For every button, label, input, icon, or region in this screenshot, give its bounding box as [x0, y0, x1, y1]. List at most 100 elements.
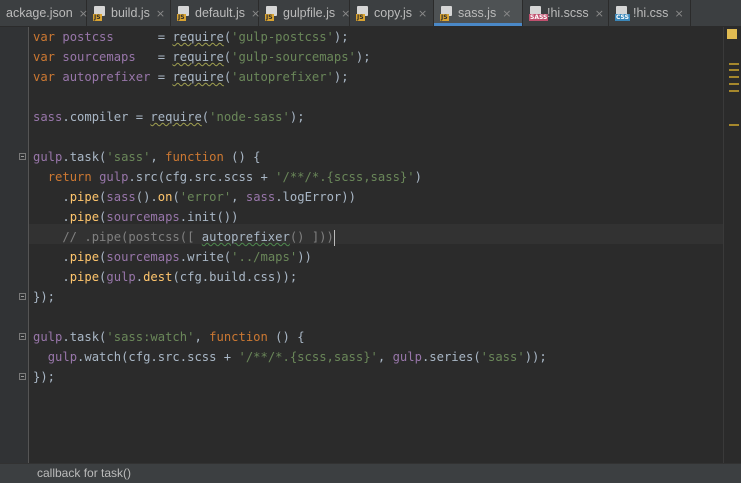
code-token: (cfg.build.css)); [172, 270, 298, 284]
code-token: // .pipe(postcss([ [33, 230, 202, 244]
code-token: (). [135, 190, 158, 204]
editor-tab[interactable]: JS gulpfile.js × [259, 0, 350, 26]
code-line[interactable]: var autoprefixer = require('autoprefixer… [33, 67, 547, 87]
editor-tab[interactable]: SASS !hi.scss × [523, 0, 609, 26]
tab-label: !hi.css [633, 6, 669, 20]
code-token: sass [33, 110, 63, 124]
code-line[interactable] [33, 87, 547, 107]
code-token: autoprefixer [62, 70, 151, 84]
code-editor[interactable]: var postcss = require('gulp-postcss'); va… [29, 27, 723, 463]
code-line[interactable]: }); [33, 287, 547, 307]
editor-tab[interactable]: ackage.json × [0, 0, 88, 26]
code-token: ); [289, 110, 305, 124]
editor-tab[interactable]: JS default.js × [171, 0, 260, 26]
close-tab-icon[interactable]: × [156, 7, 165, 20]
code-token: ); [333, 30, 349, 44]
editor-tab[interactable]: JS copy.js × [350, 0, 434, 26]
line-gutter[interactable] [0, 27, 29, 463]
code-token: = [113, 30, 173, 44]
code-token: , [231, 190, 246, 204]
code-token: .logError)) [275, 190, 356, 204]
code-line[interactable] [33, 307, 547, 327]
code-token: .series( [421, 350, 481, 364]
warning-marker[interactable] [729, 124, 739, 126]
code-token: . [33, 270, 70, 284]
code-token: ( [172, 190, 180, 204]
code-line[interactable]: gulp.task('sass', function () { [33, 147, 547, 167]
code-line[interactable]: .pipe(gulp.dest(cfg.build.css)); [33, 267, 547, 287]
close-tab-icon[interactable]: × [674, 7, 683, 20]
code-token: function [165, 150, 224, 164]
code-token: 'sass' [480, 350, 525, 364]
code-token: gulp [47, 350, 78, 364]
code-token: 'sass' [106, 150, 151, 164]
code-line[interactable]: var sourcemaps = require('gulp-sourcemap… [33, 47, 547, 67]
code-token: . [135, 270, 144, 284]
code-token: 'node-sass' [209, 110, 290, 124]
status-text: callback for task() [37, 466, 132, 480]
warning-marker[interactable] [729, 76, 739, 78]
code-line[interactable]: .pipe(sass().on('error', sass.logError)) [33, 187, 547, 207]
code-token: return [47, 170, 92, 184]
close-tab-icon[interactable]: × [502, 7, 511, 20]
tab-label: !hi.scss [547, 6, 589, 20]
code-line[interactable]: .pipe(sourcemaps.write('../maps')) [33, 247, 547, 267]
code-line[interactable]: gulp.task('sass:watch', function () { [33, 327, 547, 347]
tab-label: sass.js [458, 6, 497, 20]
code-line[interactable]: sass.compiler = require('node-sass'); [33, 107, 547, 127]
code-token: 'gulp-sourcemaps' [231, 50, 356, 64]
fold-marker-icon[interactable] [19, 333, 26, 340]
sass-file-icon: SASS [529, 5, 549, 21]
code-token: () { [267, 330, 305, 344]
fold-marker-icon[interactable] [19, 293, 26, 300]
tab-label: ackage.json [6, 6, 73, 20]
code-token: task( [69, 150, 107, 164]
code-token: 'autoprefixer' [231, 70, 334, 84]
code-token: require [172, 30, 224, 44]
warning-marker[interactable] [729, 83, 739, 85]
code-token: ) [414, 170, 422, 184]
fold-marker-icon[interactable] [19, 153, 26, 160]
warning-marker[interactable] [729, 63, 739, 65]
code-line[interactable]: gulp.watch(cfg.src.scss + '/**/*.{scss,s… [33, 347, 547, 367]
warning-marker[interactable] [729, 90, 739, 92]
code-token: '../maps' [231, 250, 298, 264]
status-bar: callback for task() [0, 463, 741, 483]
code-token: = [150, 70, 173, 84]
code-token: ); [333, 70, 349, 84]
error-stripe[interactable] [723, 27, 741, 463]
editor-tab[interactable]: JS build.js × [87, 0, 171, 26]
close-tab-icon[interactable]: × [595, 7, 604, 20]
code-token: )); [524, 350, 547, 364]
close-tab-icon[interactable]: × [341, 7, 350, 20]
code-token: . [33, 250, 70, 264]
close-tab-icon[interactable]: × [418, 7, 427, 20]
js-file-icon: JS [265, 5, 278, 21]
code-token: )) [297, 250, 312, 264]
code-token: compiler = [69, 110, 151, 124]
code-token: sass [245, 190, 276, 204]
tab-label: default.js [195, 6, 246, 20]
editor-tab[interactable]: JS sass.js × [434, 0, 523, 26]
editor-tab[interactable]: CSS !hi.css × [609, 0, 691, 26]
code-token: '/**/*.{scss,sass}' [238, 350, 378, 364]
code-line[interactable]: var postcss = require('gulp-postcss'); [33, 27, 547, 47]
js-file-icon: JS [356, 5, 369, 21]
code-line[interactable]: }); [33, 367, 547, 387]
code-line[interactable]: // .pipe(postcss([ autoprefixer() ])) [33, 227, 547, 247]
warning-indicator-icon[interactable] [727, 29, 737, 39]
code-token: gulp [33, 150, 63, 164]
js-file-icon: JS [177, 5, 190, 21]
code-token: .write( [179, 250, 232, 264]
code-content[interactable]: var postcss = require('gulp-postcss'); va… [33, 27, 547, 387]
code-line[interactable] [33, 127, 547, 147]
code-token: autoprefixer [201, 230, 290, 244]
code-token: pipe [69, 190, 100, 204]
code-token: . [33, 190, 70, 204]
code-line[interactable]: .pipe(sourcemaps.init()) [33, 207, 547, 227]
code-line[interactable]: return gulp.src(cfg.src.scss + '/**/*.{s… [33, 167, 547, 187]
tab-label: build.js [111, 6, 150, 20]
fold-marker-icon[interactable] [19, 373, 26, 380]
warning-marker[interactable] [729, 69, 739, 71]
